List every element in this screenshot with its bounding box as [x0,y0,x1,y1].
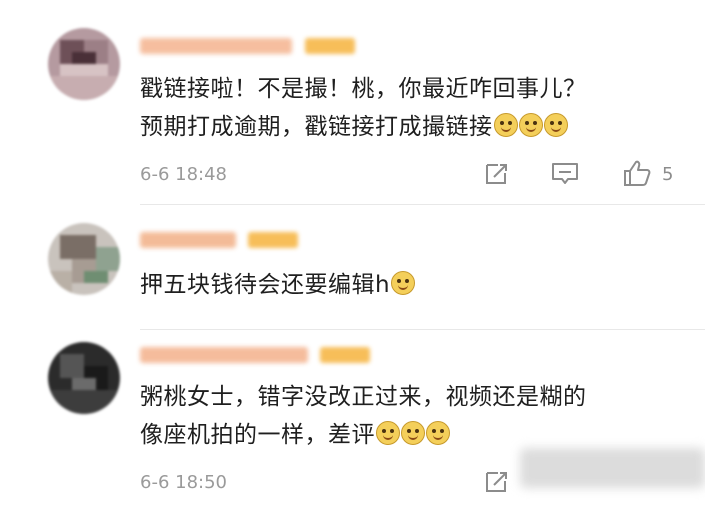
username[interactable] [140,347,308,363]
emoji-icon [376,421,400,445]
badge [305,38,355,54]
comment-icon[interactable] [550,160,580,188]
avatar[interactable] [48,28,120,100]
emoji-icon [426,421,450,445]
blurred-overlay [520,448,705,488]
username[interactable] [140,232,236,248]
comment-text-line: 戳链接啦！不是撮！桃，你最近咋回事儿？ [140,76,587,102]
avatar[interactable] [48,342,120,414]
emoji-icon [543,113,568,137]
repost-icon[interactable] [483,160,511,188]
comment-text-line: 预期打成逾期，戳链接打成撮链接 [140,112,568,142]
comment-item: 戳链接啦！不是撮！桃，你最近咋回事儿？ 预期打成逾期，戳链接打成撮链接 6-6 … [0,0,705,205]
comment-text-line: 像座机拍的一样，差评 [140,420,450,450]
username[interactable] [140,38,292,54]
comment-text-line: 押五块钱待会还要编辑h [140,270,416,300]
comment-text-line: 粥桃女士，错字没改正过来，视频还是糊的 [140,384,587,410]
repost-icon[interactable] [483,468,511,496]
comment-item: 押五块钱待会还要编辑h [0,205,705,330]
comment-list: 戳链接啦！不是撮！桃，你最近咋回事儿？ 预期打成逾期，戳链接打成撮链接 6-6 … [0,0,705,508]
thumbs-up-icon[interactable] [622,158,652,188]
badge [248,232,298,248]
badge [320,347,370,363]
comment-item: 粥桃女士，错字没改正过来，视频还是糊的 像座机拍的一样，差评 6-6 18:50 [0,330,705,508]
emoji-icon [391,271,416,295]
avatar[interactable] [48,223,120,295]
emoji-icon [401,421,425,445]
emoji-icon [493,113,518,137]
like-count: 5 [662,164,674,185]
emoji-icon [518,113,543,137]
timestamp: 6-6 18:48 [140,164,227,185]
timestamp: 6-6 18:50 [140,472,227,493]
